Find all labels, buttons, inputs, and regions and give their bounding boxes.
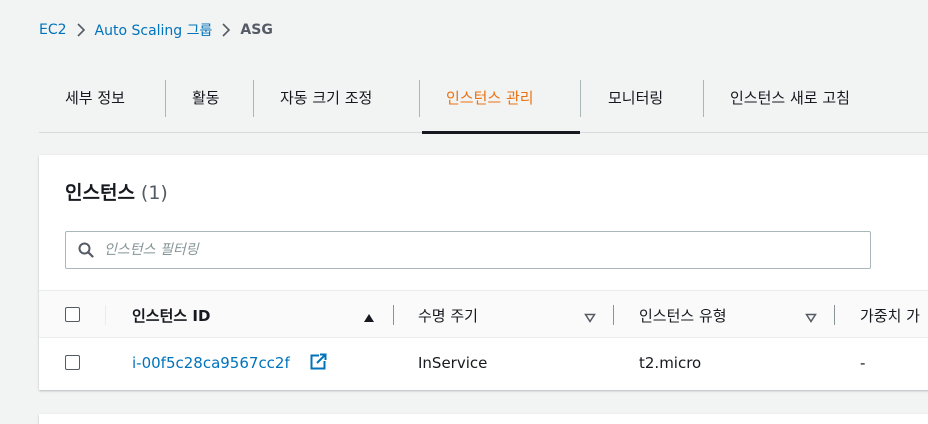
instances-panel: 인스턴스(1) 인스턴스 ID 수명 주기 인스턴스 유형 가중치 가 i-00… [39,155,928,390]
tab-bar: 세부 정보 활동 자동 크기 조정 인스턴스 관리 모니터링 인스턴스 새로 고… [39,76,928,134]
breadcrumb-link-auto-scaling-groups[interactable]: Auto Scaling 그룹 [95,20,213,40]
breadcrumb-current: ASG [240,22,273,38]
sort-descending-icon[interactable] [584,308,596,327]
chevron-right-icon [67,19,95,41]
tab-activity[interactable]: 활동 [192,76,220,132]
column-header-lifecycle[interactable]: 수명 주기 [418,305,478,326]
select-all-checkbox[interactable] [65,307,80,322]
sort-ascending-icon[interactable] [363,308,375,327]
panel-title: 인스턴스 (1) [65,178,168,205]
column-header-weight[interactable]: 가중치 가 [860,305,920,326]
column-divider[interactable] [613,305,614,325]
tab-divider [419,80,420,117]
lifecycle-cell: InService [418,354,488,372]
tab-details[interactable]: 세부 정보 [65,76,125,132]
table-header: 인스턴스 ID 수명 주기 인스턴스 유형 가중치 가 [39,290,928,338]
column-divider[interactable] [834,305,835,325]
tab-instance-refresh[interactable]: 인스턴스 새로 고침 [730,76,850,132]
instance-filter-input[interactable] [104,238,844,262]
tab-automatic-scaling[interactable]: 자동 크기 조정 [280,76,372,132]
tab-divider [703,80,704,117]
sort-descending-icon[interactable] [805,308,817,327]
breadcrumb: EC2 Auto Scaling 그룹 ASG [39,19,273,41]
breadcrumb-link-ec2[interactable]: EC2 [39,22,67,38]
column-divider[interactable] [393,305,394,325]
search-icon [78,242,94,262]
tab-instance-management[interactable]: 인스턴스 관리 [422,76,580,134]
filter-box [65,231,871,269]
tab-divider [580,80,581,117]
instance-type-cell: t2.micro [639,354,702,372]
external-link-icon[interactable] [310,353,327,374]
next-panel [39,414,928,424]
tab-divider [253,80,254,117]
row-checkbox[interactable] [65,355,80,370]
instance-count: (1) [140,182,168,204]
chevron-right-icon [212,19,240,41]
column-divider [105,305,106,325]
column-header-instance-type[interactable]: 인스턴스 유형 [639,305,727,326]
weight-cell: - [860,354,866,372]
table-row: i-00f5c28ca9567cc2f InService t2.micro - [39,338,928,388]
panel-title-text: 인스턴스 [65,182,135,204]
column-header-instance-id[interactable]: 인스턴스 ID [132,305,210,326]
tab-divider [165,80,166,117]
instance-id-link[interactable]: i-00f5c28ca9567cc2f [132,354,290,372]
tab-monitoring[interactable]: 모니터링 [608,76,663,132]
